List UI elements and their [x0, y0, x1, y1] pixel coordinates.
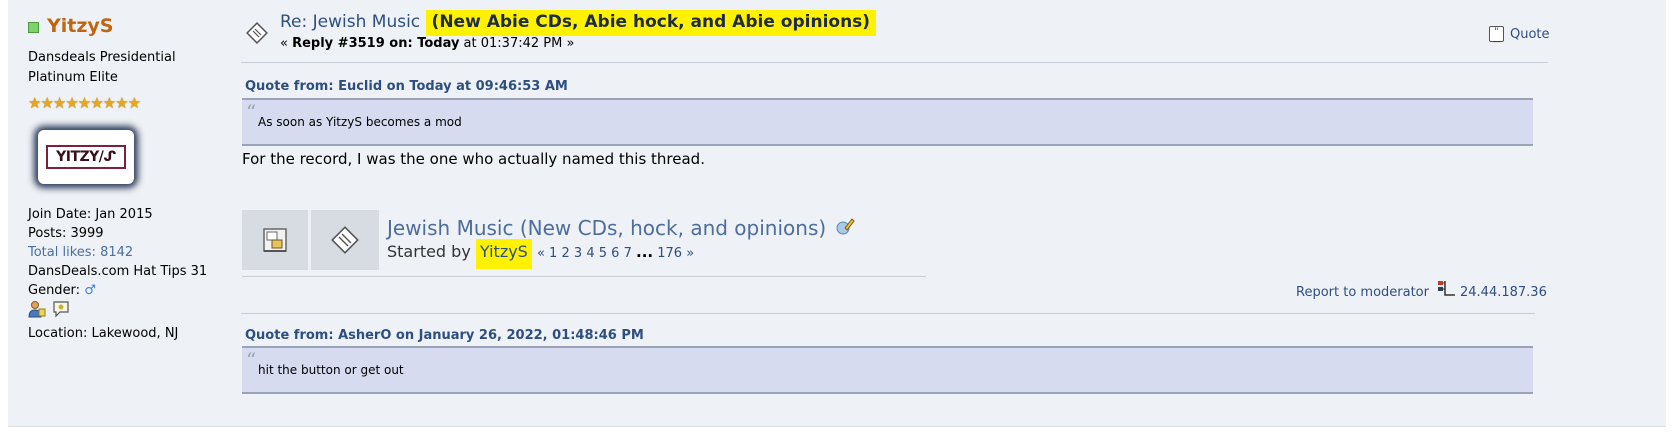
online-status-icon	[28, 22, 39, 33]
topic-title: Jewish Music (New CDs, hock, and opinion…	[387, 216, 855, 240]
reply-open: «	[280, 36, 293, 51]
quote-text: As soon as YitzyS becomes a mod	[258, 115, 462, 129]
page-link-4[interactable]: 4	[586, 246, 594, 261]
quote-mark-icon: “	[246, 100, 257, 124]
male-gender-icon: ♂	[84, 283, 96, 298]
subject-highlight: (New Abie CDs, Abie hock, and Abie opini…	[425, 10, 877, 36]
hat-tips: DansDeals.com Hat Tips 31	[28, 264, 208, 279]
avatar: YITZY/ᔑ	[38, 130, 134, 184]
poster-username-link[interactable]: YitzyS	[47, 15, 113, 37]
gender: Gender: ♂	[28, 281, 228, 300]
ip-address-icon	[1437, 279, 1457, 301]
topic-title-link[interactable]: Jewish Music (New CDs, hock, and opinion…	[387, 216, 826, 240]
post-count: Posts: 3999	[28, 226, 104, 241]
pages-close: »	[686, 246, 695, 261]
reply-time: at 01:37:42 PM »	[459, 36, 575, 51]
topic-icon	[246, 22, 268, 44]
membergroup-line1: Dansdeals Presidential	[28, 50, 176, 65]
quote-header[interactable]: Quote from: AsherO on January 26, 2022, …	[245, 328, 644, 343]
membergroup: Dansdeals Presidential Platinum Elite	[28, 48, 228, 88]
quote-mark-icon: “	[246, 348, 257, 372]
poster-stats: Join Date: Jan 2015 Posts: 3999 Total li…	[28, 205, 228, 343]
header-divider	[241, 62, 1548, 63]
reply-number: Reply #3519 on: Today	[292, 36, 460, 51]
page-link-last[interactable]: 176	[657, 246, 682, 261]
gender-label: Gender:	[28, 283, 81, 298]
topic-starter-link[interactable]: YitzyS	[475, 239, 532, 269]
post-body-text: For the record, I was the one who actual…	[242, 150, 705, 168]
topic-type-icon	[311, 210, 379, 270]
ip-address: 24.44.187.36	[1460, 285, 1547, 300]
page-link-3[interactable]: 3	[574, 246, 582, 261]
page-link-1[interactable]: 1	[549, 246, 557, 261]
poster-info: YitzyS Dansdeals Presidential Platinum E…	[28, 14, 228, 343]
quote-text: hit the button or get out	[258, 363, 404, 377]
page-link-2[interactable]: 2	[561, 246, 569, 261]
started-by-label: Started by	[387, 242, 476, 261]
quote-button-label: Quote	[1510, 26, 1550, 42]
page-link-7[interactable]: 7	[624, 246, 632, 261]
poster-name-row: YitzyS	[28, 14, 228, 40]
rank-stars-icon: ★★★★★★★★★	[28, 94, 141, 112]
topic-started-by: Started by YitzyS « 1 2 3 4 5 6 7 ... 17…	[387, 239, 695, 269]
personal-message-icon[interactable]	[52, 300, 70, 324]
membergroup-line2: Platinum Elite	[28, 70, 118, 85]
profile-icons	[28, 300, 228, 324]
quote-icon: " —	[1489, 26, 1504, 47]
edit-pencil-icon[interactable]	[835, 216, 855, 235]
page-link-6[interactable]: 6	[611, 246, 619, 261]
quote-button[interactable]: " — Quote	[1489, 26, 1550, 47]
quote-block: “ As soon as YitzyS becomes a mod	[242, 98, 1533, 146]
topic-card: Jewish Music (New CDs, hock, and opinion…	[242, 210, 926, 277]
quote-block: “ hit the button or get out	[242, 346, 1533, 394]
profile-icon[interactable]	[28, 300, 46, 324]
topic-locked-icon	[242, 210, 308, 270]
location: Location: Lakewood, NJ	[28, 326, 179, 341]
section-divider	[241, 313, 1535, 314]
pages-open: «	[536, 246, 545, 261]
pages-ellipsis[interactable]: ...	[636, 243, 653, 261]
avatar-logo: YITZY/ᔑ	[46, 145, 126, 169]
total-likes: Total likes: 8142	[28, 245, 134, 260]
page-link-5[interactable]: 5	[599, 246, 607, 261]
pagination: « 1 2 3 4 5 6 7 ... 176 »	[536, 243, 695, 261]
reply-info: « Reply #3519 on: Today at 01:37:42 PM »	[280, 36, 574, 51]
quote-header[interactable]: Quote from: Euclid on Today at 09:46:53 …	[245, 79, 568, 94]
post-subject: Re: Jewish Music (New Abie CDs, Abie hoc…	[280, 10, 877, 36]
post-subject-link[interactable]: Re: Jewish Music	[280, 12, 426, 32]
join-date: Join Date: Jan 2015	[28, 207, 153, 222]
report-to-moderator-link[interactable]: Report to moderator	[1296, 285, 1429, 300]
